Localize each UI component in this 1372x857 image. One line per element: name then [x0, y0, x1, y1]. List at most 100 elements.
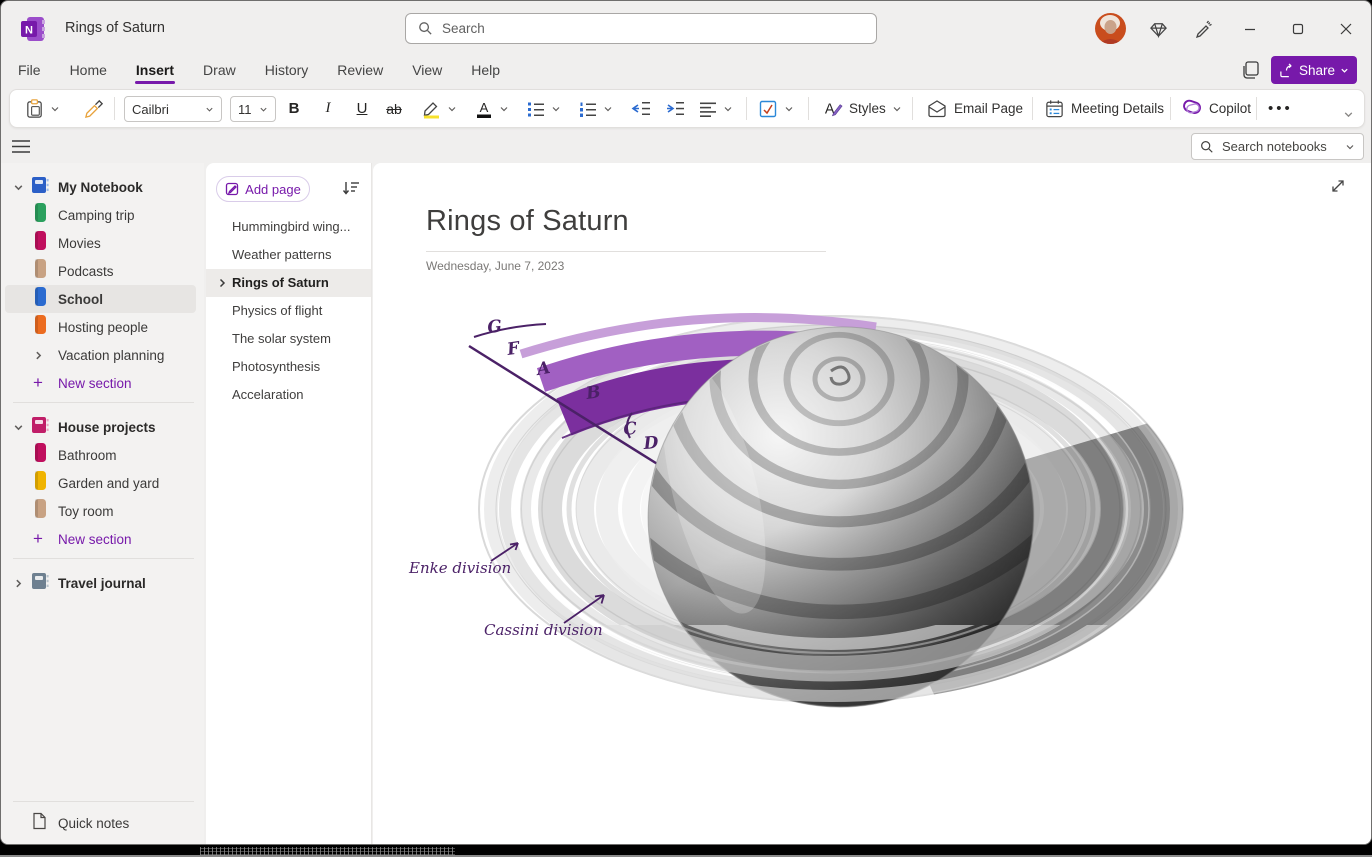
close-button[interactable]: [1331, 18, 1361, 40]
title-divider: [426, 251, 826, 252]
page-item-active[interactable]: Rings of Saturn: [206, 269, 371, 297]
menu-draw[interactable]: Draw: [202, 58, 237, 85]
divider: [808, 97, 809, 120]
highlighter-button[interactable]: [420, 90, 457, 127]
numbered-list-button[interactable]: [578, 90, 613, 127]
section-podcasts[interactable]: Podcasts: [1, 257, 204, 285]
chevron-down-icon[interactable]: [13, 422, 27, 433]
notebook-my-notebook[interactable]: My Notebook: [1, 173, 204, 201]
align-left-icon: [698, 99, 718, 119]
underline-button[interactable]: U: [351, 90, 373, 127]
bold-button[interactable]: B: [283, 90, 305, 127]
font-size-select[interactable]: 11: [230, 96, 276, 122]
minimize-button[interactable]: [1235, 18, 1265, 40]
search-placeholder: Search: [442, 21, 485, 36]
section-school-selected[interactable]: School: [5, 285, 196, 313]
sort-pages-icon[interactable]: [341, 178, 363, 200]
copilot-icon: [1182, 98, 1203, 119]
decrease-indent-icon: [630, 98, 652, 120]
section-tab-icon: [35, 315, 46, 339]
divider: [114, 97, 115, 120]
menu-home[interactable]: Home: [69, 58, 108, 85]
svg-text:N: N: [25, 25, 33, 37]
section-camping-trip[interactable]: Camping trip: [1, 201, 204, 229]
italic-button[interactable]: I: [317, 90, 339, 127]
section-tab-icon: [35, 287, 46, 311]
page-canvas[interactable]: Rings of Saturn Wednesday, June 7, 2023: [373, 163, 1371, 844]
email-page-button[interactable]: Email Page: [926, 90, 1023, 127]
format-painter-button[interactable]: [84, 90, 105, 127]
collapse-ribbon-chevron[interactable]: [1343, 107, 1354, 125]
paste-button[interactable]: [24, 90, 60, 127]
menu-view[interactable]: View: [411, 58, 443, 85]
page-item[interactable]: Photosynthesis: [206, 353, 371, 381]
increase-indent-button[interactable]: [664, 90, 686, 127]
menu-file[interactable]: File: [17, 58, 42, 85]
ring-label-d: D: [642, 433, 659, 454]
todo-checkbox-icon: [758, 99, 778, 119]
ring-label-f: F: [505, 338, 523, 360]
chevron-down-icon[interactable]: [13, 182, 27, 193]
feedback-pen-icon[interactable]: [1193, 17, 1215, 39]
chevron-down-icon: [603, 104, 613, 114]
maximize-button[interactable]: [1283, 18, 1313, 40]
more-commands-button[interactable]: •••: [1268, 90, 1293, 127]
copy-page-icon[interactable]: [1240, 59, 1264, 83]
styles-button[interactable]: A Styles: [822, 90, 902, 127]
decrease-indent-button[interactable]: [630, 90, 652, 127]
section-hosting-people[interactable]: Hosting people: [1, 313, 204, 341]
chevron-down-icon: [892, 104, 902, 114]
notebook-house-projects[interactable]: House projects: [1, 413, 204, 441]
page-item[interactable]: Weather patterns: [206, 241, 371, 269]
notebook-icon: [31, 572, 49, 595]
chevron-right-icon[interactable]: [217, 269, 227, 297]
navigation-menu-icon[interactable]: [11, 137, 33, 157]
font-color-button[interactable]: A: [474, 90, 509, 127]
chevron-right-icon[interactable]: [13, 578, 27, 589]
chevron-right-icon[interactable]: [33, 350, 47, 361]
email-icon: [926, 98, 948, 120]
page-item[interactable]: Hummingbird wing...: [206, 213, 371, 241]
notebook-travel-journal[interactable]: Travel journal: [1, 569, 204, 597]
avatar[interactable]: [1095, 13, 1126, 44]
bullet-list-button[interactable]: [526, 90, 561, 127]
search-input[interactable]: Search: [405, 13, 877, 44]
search-icon: [418, 21, 433, 36]
bullet-list-icon: [526, 99, 546, 119]
meeting-details-button[interactable]: Meeting Details: [1044, 90, 1164, 127]
copilot-button[interactable]: Copilot: [1182, 90, 1251, 127]
strikethrough-button[interactable]: ab: [383, 90, 405, 127]
section-garden-and-yard[interactable]: Garden and yard: [1, 469, 204, 497]
page-item[interactable]: The solar system: [206, 325, 371, 353]
section-group-vacation-planning[interactable]: Vacation planning: [1, 341, 204, 369]
quick-notes-button[interactable]: Quick notes: [1, 809, 204, 837]
ribbon-toolbar: Cailbri 11 B I U ab A: [9, 89, 1365, 128]
page-icon: [31, 812, 48, 835]
menu-history[interactable]: History: [264, 58, 310, 85]
page-date: Wednesday, June 7, 2023: [426, 259, 564, 273]
page-item[interactable]: Physics of flight: [206, 297, 371, 325]
add-page-button[interactable]: Add page: [216, 176, 310, 202]
section-movies[interactable]: Movies: [1, 229, 204, 257]
todo-tag-button[interactable]: [758, 90, 794, 127]
new-section-button[interactable]: + New section: [1, 369, 204, 397]
expand-page-icon[interactable]: [1329, 177, 1349, 197]
section-bathroom[interactable]: Bathroom: [1, 441, 204, 469]
alignment-button[interactable]: [698, 90, 733, 127]
share-button[interactable]: Share: [1271, 56, 1357, 84]
menu-help[interactable]: Help: [470, 58, 501, 85]
menu-insert[interactable]: Insert: [135, 58, 175, 85]
menu-review[interactable]: Review: [336, 58, 384, 85]
plus-icon: +: [33, 373, 43, 393]
font-name-select[interactable]: Cailbri: [124, 96, 222, 122]
premium-diamond-icon[interactable]: [1147, 18, 1169, 40]
search-notebooks-input[interactable]: Search notebooks: [1191, 133, 1364, 160]
new-section-button[interactable]: + New section: [1, 525, 204, 553]
window-title: Rings of Saturn: [65, 20, 165, 36]
chevron-down-icon: [499, 104, 509, 114]
page-item[interactable]: Accelaration: [206, 381, 371, 409]
section-tab-icon: [35, 231, 46, 255]
share-icon: [1279, 63, 1294, 78]
page-title[interactable]: Rings of Saturn: [426, 205, 629, 238]
section-toy-room[interactable]: Toy room: [1, 497, 204, 525]
